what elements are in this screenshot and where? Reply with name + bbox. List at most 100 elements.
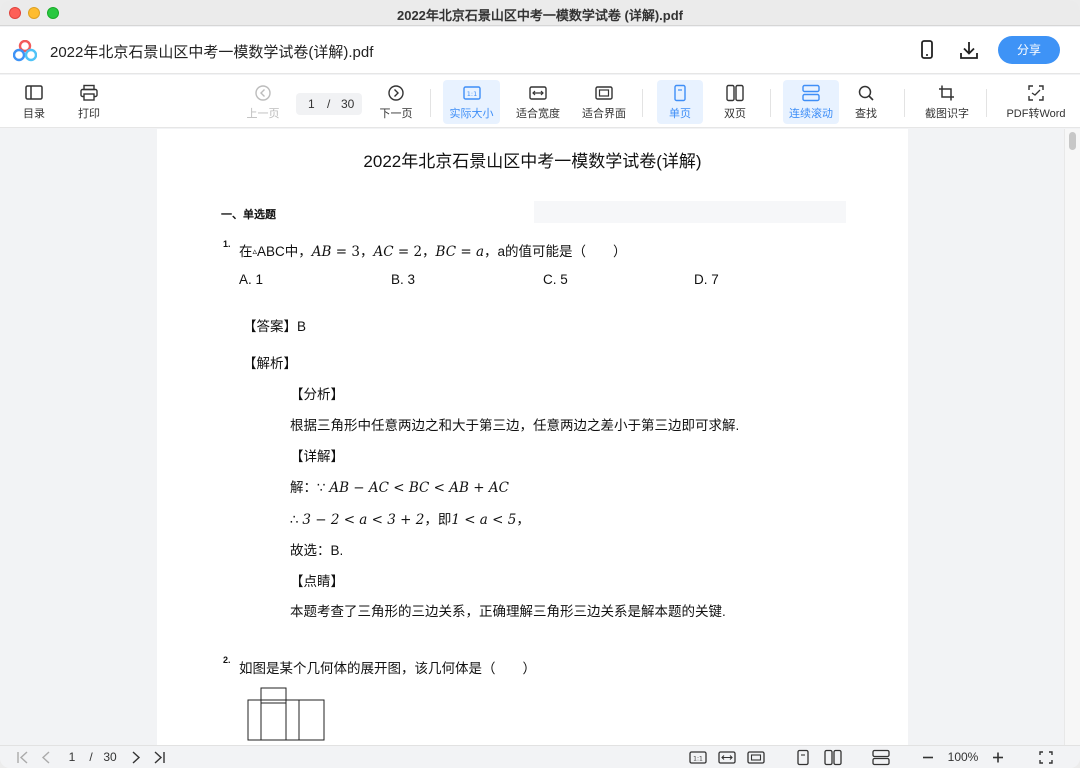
toc-button[interactable]: 目录 — [14, 80, 54, 124]
fit-width-label: 适合宽度 — [516, 108, 560, 120]
search-icon — [858, 85, 874, 101]
window-title: 2022年北京石景山区中考一模数学试卷 (详解).pdf — [396, 8, 683, 23]
page-separator: / — [327, 97, 331, 111]
plus-icon — [993, 752, 1003, 763]
svg-text:1:1: 1:1 — [466, 90, 476, 98]
app-logo-icon — [13, 40, 37, 62]
document-title: 2022年北京石景山区中考一模数学试卷(详解) — [363, 152, 702, 171]
question-number: 1. — [223, 239, 231, 249]
actual-size-icon: 1:1 — [689, 751, 707, 764]
choose-line: 故选：B. — [290, 543, 344, 558]
convert-icon — [1028, 85, 1044, 101]
fit-width-button-small[interactable] — [717, 749, 737, 766]
faint-highlight — [534, 201, 846, 223]
chevron-left-circle-icon — [255, 85, 271, 101]
toolbar-divider — [904, 89, 905, 117]
fit-page-icon — [747, 751, 765, 764]
first-page-icon — [17, 751, 28, 764]
pdf-page: 2022年北京石景山区中考一模数学试卷(详解) 一、单选题 1. 在▵ABC中，… — [157, 129, 908, 745]
continuous-scroll-button[interactable]: 连续滚动 — [783, 80, 839, 124]
status-current-page[interactable]: 1 — [64, 749, 80, 766]
chevron-left-icon — [41, 751, 50, 764]
toolbar: 目录 打印 上一页 1 / 30 下一页 1:1 实际大小 适合宽度 适合界面 … — [0, 75, 1080, 128]
section-heading: 一、单选题 — [221, 209, 276, 221]
question-2-text: 如图是某个几何体的展开图，该几何体是（ ） — [239, 661, 536, 676]
actual-size-button-small[interactable]: 1:1 — [688, 749, 708, 766]
answer-line: 【答案】B — [243, 319, 307, 334]
find-label: 查找 — [855, 108, 877, 120]
single-page-button-small[interactable] — [793, 749, 813, 766]
chevron-right-circle-icon — [388, 85, 404, 101]
question-1-text: 在▵ABC中，AB = 3，AC = 2，BC = a，a的值可能是（ ） — [239, 244, 627, 260]
continuous-scroll-button-small[interactable] — [871, 749, 891, 766]
single-page-icon — [797, 749, 809, 766]
continuous-scroll-label: 连续滚动 — [789, 108, 833, 120]
next-page-label: 下一页 — [379, 108, 413, 120]
ocr-button[interactable]: 截图识字 — [920, 80, 974, 124]
next-page-button[interactable]: 下一页 — [376, 80, 416, 124]
continuous-scroll-icon — [802, 84, 820, 102]
current-page: 1 — [308, 97, 315, 111]
zoom-in-button[interactable] — [990, 749, 1006, 766]
crop-icon — [939, 85, 954, 101]
document-viewer[interactable]: 2022年北京石景山区中考一模数学试卷(详解) 一、单选题 1. 在▵ABC中，… — [0, 129, 1080, 745]
pdf-to-word-label: PDF转Word — [1006, 108, 1066, 120]
status-page-separator: / — [89, 750, 93, 764]
option-b: B. 3 — [391, 272, 416, 287]
option-d: D. 7 — [694, 272, 719, 287]
fit-width-button[interactable]: 适合宽度 — [512, 80, 564, 124]
find-button[interactable]: 查找 — [846, 80, 886, 124]
printer-icon — [80, 84, 98, 101]
prev-page-button[interactable]: 上一页 — [243, 80, 283, 124]
download-icon[interactable] — [958, 39, 980, 61]
fit-page-button[interactable]: 适合界面 — [578, 80, 630, 124]
fit-page-button-small[interactable] — [746, 749, 766, 766]
phone-icon[interactable] — [916, 39, 938, 61]
svg-text:1:1: 1:1 — [693, 756, 703, 763]
app-window: 2022年北京石景山区中考一模数学试卷 (详解).pdf 2022年北京石景山区… — [0, 0, 1080, 768]
toolbar-divider — [770, 89, 771, 117]
double-page-label: 双页 — [724, 108, 746, 120]
actual-size-icon: 1:1 — [462, 86, 481, 100]
last-page-icon — [154, 751, 165, 764]
toc-label: 目录 — [23, 108, 45, 120]
single-page-button[interactable]: 单页 — [657, 80, 703, 124]
zoom-out-button[interactable] — [920, 749, 936, 766]
last-page-button[interactable] — [151, 749, 167, 766]
toolbar-divider — [642, 89, 643, 117]
pdf-to-word-button[interactable]: PDF转Word — [1003, 80, 1069, 124]
prev-page-label: 上一页 — [246, 108, 280, 120]
chevron-right-icon — [132, 751, 141, 764]
fullscreen-button[interactable] — [1037, 749, 1055, 766]
fenxi-heading: 【分析】 — [290, 387, 344, 402]
share-button[interactable]: 分享 — [998, 36, 1060, 64]
vertical-scrollbar[interactable] — [1064, 129, 1080, 745]
scrollbar-thumb[interactable] — [1069, 132, 1076, 150]
double-page-button-small[interactable] — [823, 749, 843, 766]
option-a: A. 1 — [239, 272, 264, 287]
prev-page-button-small[interactable] — [38, 749, 54, 766]
first-page-button[interactable] — [15, 749, 31, 766]
single-page-icon — [674, 84, 686, 102]
continuous-scroll-icon — [872, 749, 890, 766]
fenxi-text: 根据三角形中任意两边之和大于第三边，任意两边之差小于第三边即可求解. — [290, 418, 740, 433]
page-number-input[interactable]: 1 / 30 — [296, 93, 362, 115]
minus-icon — [923, 756, 933, 759]
actual-size-button[interactable]: 1:1 实际大小 — [443, 80, 500, 124]
toc-icon — [25, 85, 43, 100]
double-page-button[interactable]: 双页 — [713, 80, 757, 124]
toolbar-divider — [430, 89, 431, 117]
total-pages: 30 — [341, 97, 355, 111]
toolbar-divider — [986, 89, 987, 117]
analysis-heading: 【解析】 — [243, 356, 297, 371]
file-name: 2022年北京石景山区中考一模数学试卷(详解).pdf — [50, 44, 374, 61]
xiangjie-heading: 【详解】 — [290, 449, 344, 464]
dianjing-heading: 【点睛】 — [290, 574, 344, 589]
ocr-label: 截图识字 — [925, 108, 969, 120]
next-page-button-small[interactable] — [128, 749, 144, 766]
fit-page-icon — [595, 86, 613, 100]
fullscreen-icon — [1039, 751, 1053, 764]
zoom-level[interactable]: 100% — [944, 749, 982, 766]
fit-page-label: 适合界面 — [582, 108, 626, 120]
print-button[interactable]: 打印 — [69, 80, 109, 124]
